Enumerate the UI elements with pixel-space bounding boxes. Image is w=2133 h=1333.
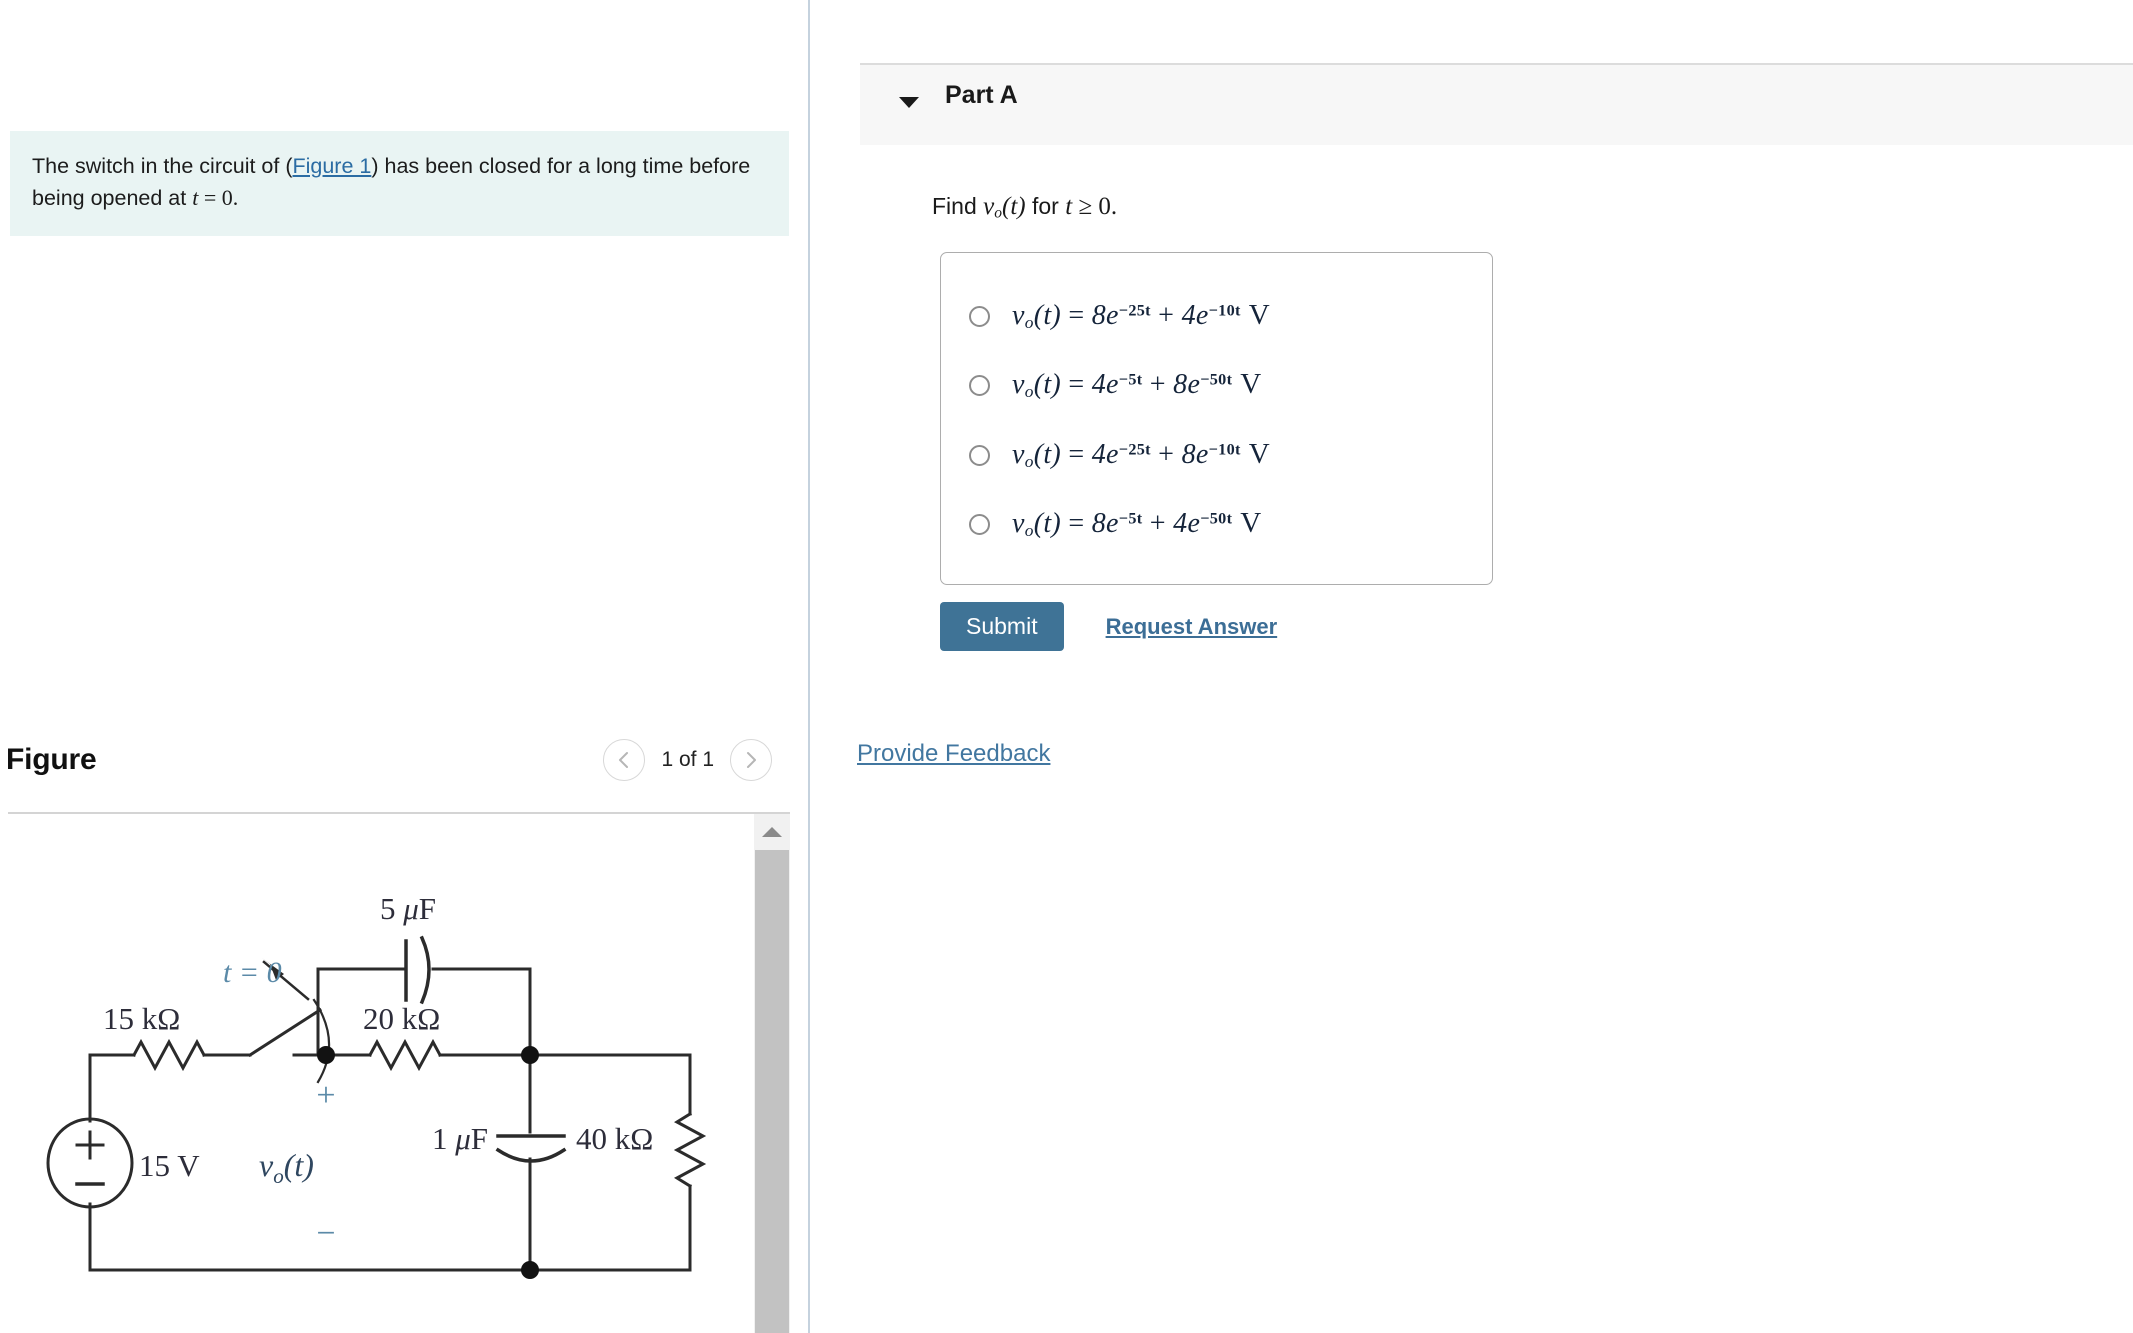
collapse-caret-icon[interactable] <box>898 95 920 114</box>
circuit-svg: 5 μF t = 0 15 kΩ 20 kΩ 15 V vo(t) 1 μF 4… <box>46 891 707 1279</box>
radio-choice-3[interactable] <box>969 444 990 466</box>
figure-1-link[interactable]: Figure 1 <box>292 154 371 178</box>
answer-choice-2[interactable]: vo(t) = 4e−5t + 8e−50t V <box>957 360 1477 410</box>
question-prompt: Find vo(t) for t ≥ 0. <box>932 193 1117 222</box>
question-variable: vo(t) <box>983 193 1026 222</box>
figure-counter: 1 of 1 <box>661 748 714 771</box>
figure-navigation: 1 of 1 <box>603 739 772 781</box>
circuit-diagram: 5 μF t = 0 15 kΩ 20 kΩ 15 V vo(t) 1 μF 4… <box>8 814 748 1333</box>
part-a-header[interactable]: Part A <box>860 63 2133 145</box>
answer-choice-1-text: vo(t) = 8e−25t + 4e−10t V <box>1012 299 1270 332</box>
provide-feedback-link[interactable]: Provide Feedback <box>857 740 1050 768</box>
node-dot-2 <box>521 1046 539 1064</box>
radio-choice-2[interactable] <box>969 374 990 396</box>
scrollbar-thumb[interactable] <box>755 850 789 1333</box>
label-resistor-40k: 40 kΩ <box>576 1121 653 1156</box>
answer-choice-3[interactable]: vo(t) = 4e−25t + 8e−10t V <box>957 430 1477 480</box>
answer-choice-4-text: vo(t) = 8e−5t + 4e−50t V <box>1012 507 1262 540</box>
triangle-up-icon <box>762 827 782 837</box>
label-output-voltage: vo(t) <box>259 1147 314 1188</box>
page-root: The switch in the circuit of (Figure 1) … <box>0 0 2133 1333</box>
wire-node2-to-right <box>528 1053 692 1116</box>
source-plus-sign <box>75 1130 105 1160</box>
problem-statement: The switch in the circuit of (Figure 1) … <box>10 131 789 236</box>
figure-title: Figure <box>6 743 97 776</box>
answer-choice-3-text: vo(t) = 4e−25t + 8e−10t V <box>1012 438 1270 471</box>
label-resistor-20k: 20 kΩ <box>363 1001 440 1036</box>
question-condition-rest: ≥ 0. <box>1072 193 1118 220</box>
submit-button[interactable]: Submit <box>940 602 1064 652</box>
radio-choice-1[interactable] <box>969 305 990 327</box>
problem-condition-eq: = 0. <box>198 185 239 210</box>
chevron-right-icon <box>747 752 756 768</box>
cap5-plate-curved <box>419 935 431 1005</box>
question-middle: for <box>1025 193 1066 219</box>
answer-choice-2-text: vo(t) = 4e−5t + 8e−50t V <box>1012 368 1262 401</box>
answer-choice-4[interactable]: vo(t) = 8e−5t + 4e−50t V <box>957 499 1477 549</box>
figure-next-button[interactable] <box>730 739 772 781</box>
problem-statement-text: The switch in the circuit of (Figure 1) … <box>32 151 767 214</box>
node-dot-1 <box>317 1046 335 1064</box>
scroll-up-button[interactable] <box>754 814 790 850</box>
request-answer-link[interactable]: Request Answer <box>1106 614 1278 640</box>
resistor-40k-symbol <box>673 1111 707 1189</box>
label-source-15v: 15 V <box>139 1148 200 1183</box>
figure-scrollbar[interactable] <box>754 814 790 1333</box>
resistor-20k-symbol <box>367 1038 443 1072</box>
label-cap-1uf: 1 μF <box>432 1121 488 1156</box>
radio-choice-4[interactable] <box>969 513 990 535</box>
answer-choices-group: vo(t) = 8e−25t + 4e−10t V vo(t) = 4e−5t +… <box>940 252 1493 585</box>
figure-viewport: 5 μF t = 0 15 kΩ 20 kΩ 15 V vo(t) 1 μF 4… <box>8 812 790 1333</box>
chevron-down-icon <box>899 97 919 108</box>
label-polarity-plus: + <box>316 1077 335 1114</box>
figure-header: Figure 1 of 1 <box>0 735 790 805</box>
wire-cap-right <box>431 967 532 1057</box>
label-switch-t0: t = 0 <box>223 956 282 989</box>
label-cap-5uf: 5 μF <box>380 891 436 926</box>
label-resistor-15k: 15 kΩ <box>103 1001 180 1036</box>
left-panel: The switch in the circuit of (Figure 1) … <box>0 0 808 1333</box>
action-row: Submit Request Answer <box>940 602 1278 652</box>
node-dot-3 <box>521 1261 539 1279</box>
resistor-15k-symbol <box>131 1038 207 1072</box>
switch-blade <box>247 1007 323 1058</box>
figure-prev-button[interactable] <box>603 739 646 781</box>
right-panel: Part A Find vo(t) for t ≥ 0. vo(t) = 8e−… <box>810 0 2133 1333</box>
problem-text-part1: The switch in the circuit of ( <box>32 154 293 178</box>
answer-choice-1[interactable]: vo(t) = 8e−25t + 4e−10t V <box>957 291 1477 341</box>
question-prefix: Find <box>932 193 984 219</box>
label-polarity-minus: − <box>316 1215 335 1252</box>
chevron-left-icon <box>619 752 629 768</box>
part-a-title: Part A <box>945 81 1018 109</box>
